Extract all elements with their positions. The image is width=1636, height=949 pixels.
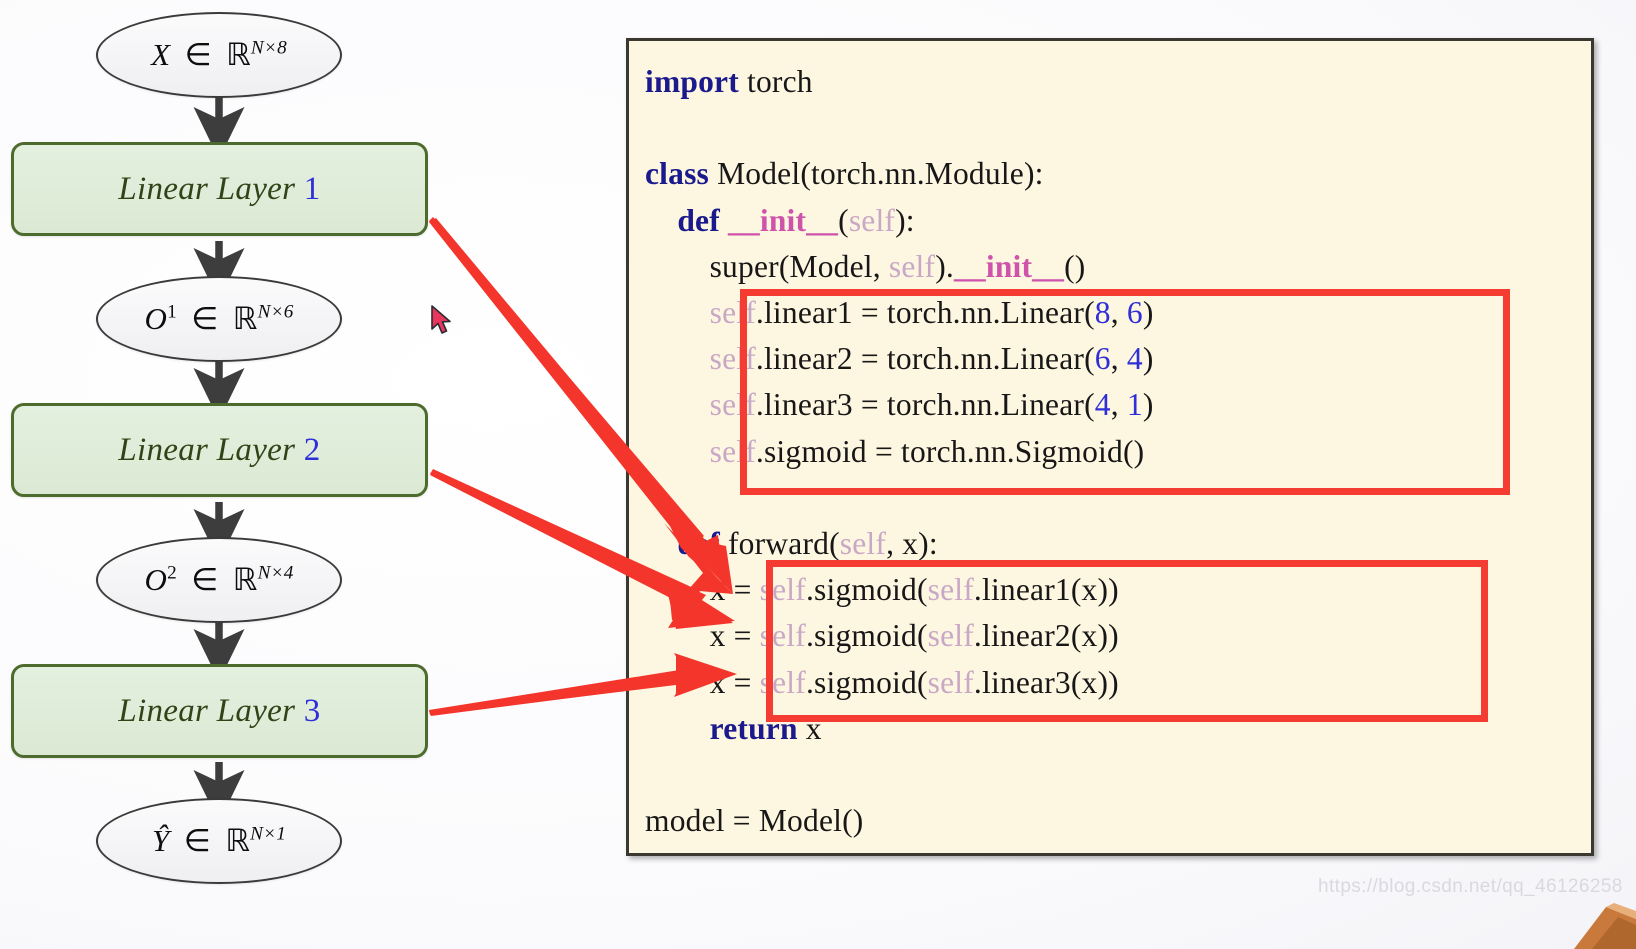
token-dunder-init: __init__ xyxy=(727,202,839,238)
node-input-x: X ∈ ℝN×8 xyxy=(96,12,342,98)
node-linear-layer-1[interactable]: Linear Layer 1 xyxy=(11,142,428,236)
token-class-signature: Model(torch.nn.Module): xyxy=(709,156,1044,192)
token-model-instantiation: model = Model() xyxy=(645,803,864,839)
network-architecture-diagram: X ∈ ℝN×8 Linear Layer 1 O1 ∈ ℝN×6 Linear… xyxy=(0,0,470,949)
node-output-o1-label: O1 ∈ ℝN×6 xyxy=(144,301,294,337)
node-output-o1: O1 ∈ ℝN×6 xyxy=(96,276,342,362)
token-self: self xyxy=(839,526,887,562)
highlight-box-init-layers xyxy=(740,289,1510,495)
node-linear-layer-1-label: Linear Layer 1 xyxy=(118,170,321,207)
token-keyword-def-init: def xyxy=(677,202,720,238)
node-output-yhat-label: Ŷ ∈ ℝN×1 xyxy=(151,823,287,859)
node-output-o2: O2 ∈ ℝN×4 xyxy=(96,537,342,623)
node-linear-layer-3[interactable]: Linear Layer 3 xyxy=(11,664,428,758)
node-linear-layer-2-label: Linear Layer 2 xyxy=(118,431,321,468)
node-linear-layer-2[interactable]: Linear Layer 2 xyxy=(11,403,428,497)
token-self: self xyxy=(848,202,896,238)
corner-graphic xyxy=(1562,887,1636,949)
node-output-yhat: Ŷ ∈ ℝN×1 xyxy=(96,798,342,884)
node-input-x-label: X ∈ ℝN×8 xyxy=(151,37,287,73)
mouse-cursor-icon xyxy=(431,305,451,334)
token-keyword-import: import xyxy=(645,64,739,99)
highlight-box-forward-calls xyxy=(766,560,1488,722)
token-module-torch: torch xyxy=(738,64,813,99)
token-keyword-def-forward: def xyxy=(677,526,720,562)
token-keyword-class: class xyxy=(645,156,709,192)
node-linear-layer-3-label: Linear Layer 3 xyxy=(118,692,321,729)
node-output-o2-label: O2 ∈ ℝN×4 xyxy=(144,562,294,598)
token-dunder-init: __init__ xyxy=(953,248,1065,284)
token-self: self xyxy=(888,248,936,284)
